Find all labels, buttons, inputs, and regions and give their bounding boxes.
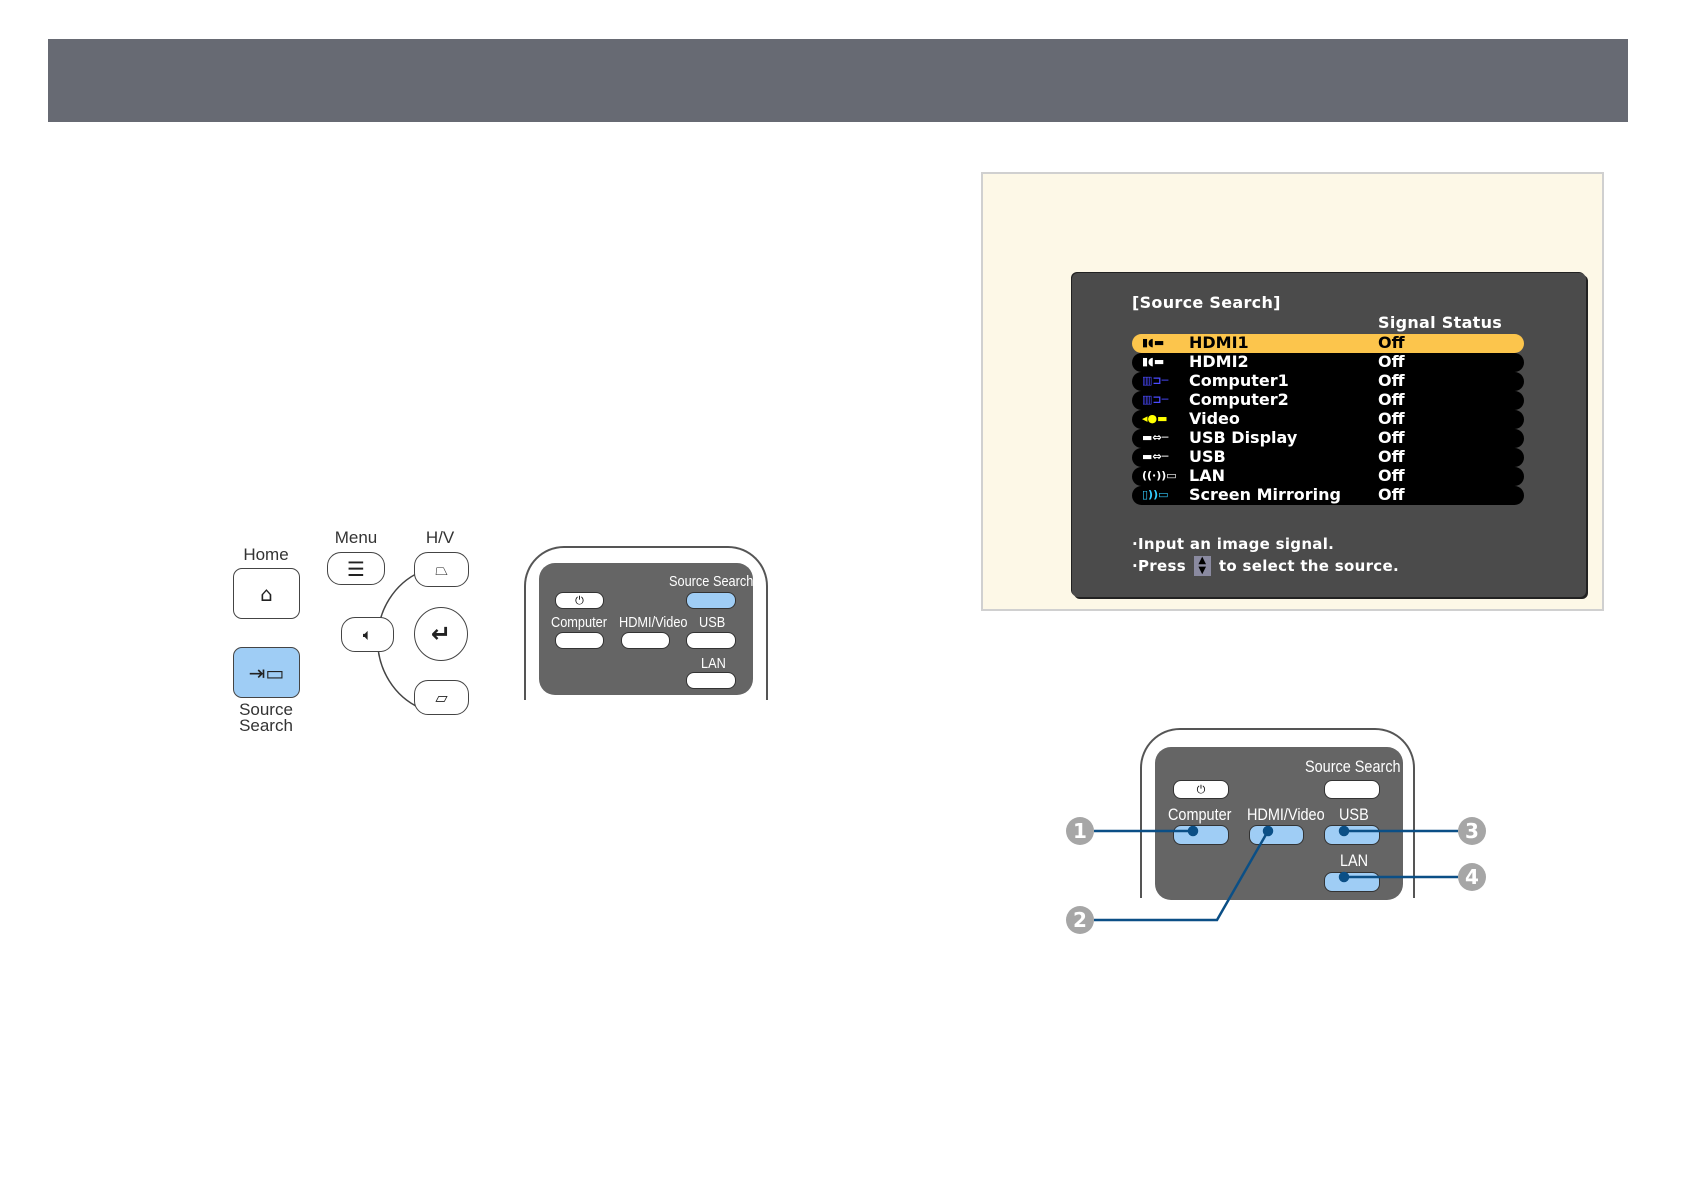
callout-3: 3 [1458,817,1486,845]
callout-lines [1094,825,1458,922]
callout-2: 2 [1066,906,1094,934]
callout-4: 4 [1458,863,1486,891]
callout-1: 1 [1066,817,1094,845]
